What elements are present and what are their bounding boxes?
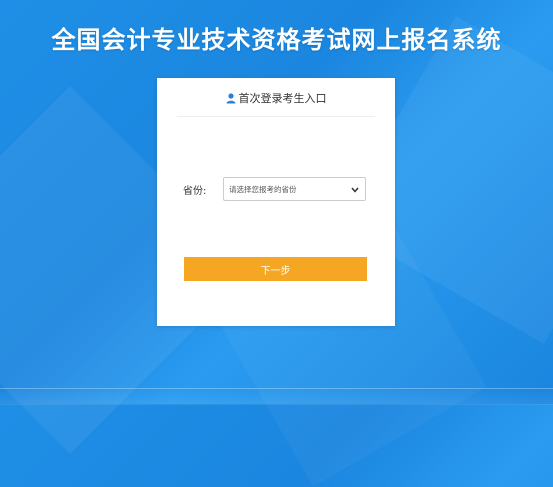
card-header-label: 首次登录考生入口 [238, 92, 327, 105]
province-row: 省份: 请选择您报考的省份 [183, 176, 369, 202]
page-title: 全国会计专业技术资格考试网上报名系统 [51, 26, 502, 54]
bottom-bar [0, 388, 553, 405]
province-label: 省份: [183, 185, 207, 197]
province-select[interactable]: 请选择您报考的省份 [223, 177, 366, 201]
card-header: 首次登录考生入口 [157, 90, 395, 106]
province-select-value: 请选择您报考的省份 [229, 184, 297, 194]
header-divider [177, 116, 375, 117]
login-card: 首次登录考生入口 省份: 请选择您报考的省份 下一步 [157, 78, 395, 326]
chevron-down-icon [351, 186, 359, 193]
user-icon [226, 92, 236, 104]
next-button[interactable]: 下一步 [184, 257, 367, 281]
